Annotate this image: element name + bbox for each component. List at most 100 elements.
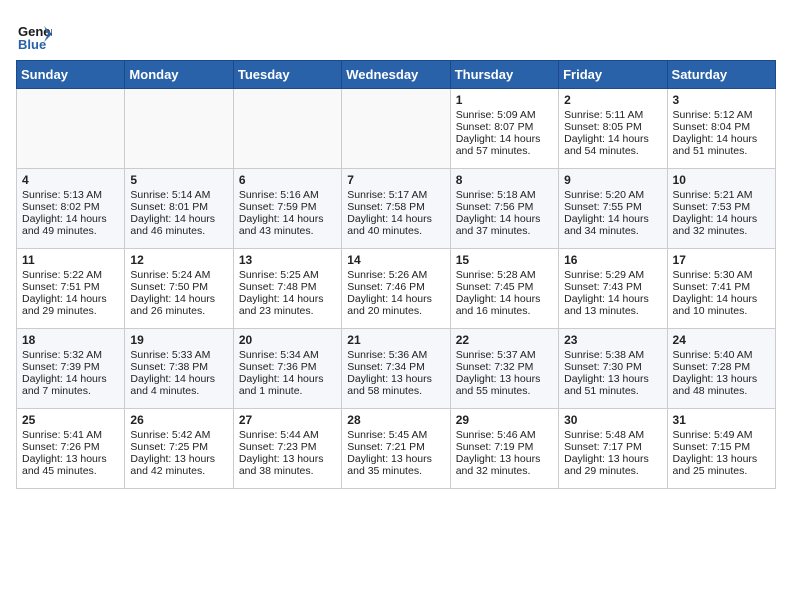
day-info: Sunset: 8:05 PM: [564, 121, 661, 133]
calendar-cell: 3 Sunrise: 5:12 AMSunset: 8:04 PMDaylight…: [667, 89, 775, 169]
day-number: 5: [130, 173, 227, 187]
calendar-cell: 2Sunrise: 5:11 AMSunset: 8:05 PMDaylight…: [559, 89, 667, 169]
day-info: Daylight: 14 hours and 46 minutes.: [130, 213, 227, 237]
calendar-cell: 19Sunrise: 5:33 AMSunset: 7:38 PMDayligh…: [125, 329, 233, 409]
day-info: Daylight: 13 hours and 42 minutes.: [130, 453, 227, 477]
day-info: Sunrise: 5:37 AM: [456, 349, 553, 361]
day-info: Sunrise: 5:29 AM: [564, 269, 661, 281]
calendar-cell: 8Sunrise: 5:18 AMSunset: 7:56 PMDaylight…: [450, 169, 558, 249]
day-info: Sunset: 7:41 PM: [673, 281, 770, 293]
calendar-cell: 29Sunrise: 5:46 AMSunset: 7:19 PMDayligh…: [450, 409, 558, 489]
day-info: Sunset: 7:55 PM: [564, 201, 661, 213]
calendar-cell: 12Sunrise: 5:24 AMSunset: 7:50 PMDayligh…: [125, 249, 233, 329]
day-info: Daylight: 14 hours and 51 minutes.: [673, 133, 770, 157]
day-info: Daylight: 13 hours and 32 minutes.: [456, 453, 553, 477]
day-number: 21: [347, 333, 444, 347]
day-info: Daylight: 14 hours and 16 minutes.: [456, 293, 553, 317]
day-number: 19: [130, 333, 227, 347]
calendar-cell: 17Sunrise: 5:30 AMSunset: 7:41 PMDayligh…: [667, 249, 775, 329]
day-number: 6: [239, 173, 336, 187]
day-number: 3: [673, 93, 770, 107]
weekday-header-thursday: Thursday: [450, 61, 558, 89]
day-info: Sunrise: 5:48 AM: [564, 429, 661, 441]
weekday-header-wednesday: Wednesday: [342, 61, 450, 89]
day-info: Sunset: 8:02 PM: [22, 201, 119, 213]
calendar-cell: [342, 89, 450, 169]
day-info: Sunset: 7:56 PM: [456, 201, 553, 213]
day-info: Daylight: 13 hours and 51 minutes.: [564, 373, 661, 397]
day-info: Sunset: 8:01 PM: [130, 201, 227, 213]
weekday-header-monday: Monday: [125, 61, 233, 89]
day-info: Sunset: 7:23 PM: [239, 441, 336, 453]
calendar-cell: [17, 89, 125, 169]
day-info: Sunrise: 5:22 AM: [22, 269, 119, 281]
day-info: Sunrise: 5:11 AM: [564, 109, 661, 121]
day-number: 31: [673, 413, 770, 427]
day-number: 11: [22, 253, 119, 267]
calendar-cell: 4Sunrise: 5:13 AMSunset: 8:02 PMDaylight…: [17, 169, 125, 249]
week-row-5: 25Sunrise: 5:41 AMSunset: 7:26 PMDayligh…: [17, 409, 776, 489]
weekday-header-tuesday: Tuesday: [233, 61, 341, 89]
day-info: Daylight: 14 hours and 23 minutes.: [239, 293, 336, 317]
day-info: Sunset: 7:50 PM: [130, 281, 227, 293]
day-number: 13: [239, 253, 336, 267]
day-info: Daylight: 14 hours and 43 minutes.: [239, 213, 336, 237]
week-row-4: 18Sunrise: 5:32 AMSunset: 7:39 PMDayligh…: [17, 329, 776, 409]
week-row-3: 11Sunrise: 5:22 AMSunset: 7:51 PMDayligh…: [17, 249, 776, 329]
day-info: Sunset: 8:04 PM: [673, 121, 770, 133]
day-info: Daylight: 13 hours and 25 minutes.: [673, 453, 770, 477]
day-info: Sunset: 7:15 PM: [673, 441, 770, 453]
day-number: 27: [239, 413, 336, 427]
day-number: 12: [130, 253, 227, 267]
day-number: 24: [673, 333, 770, 347]
calendar-cell: 23Sunrise: 5:38 AMSunset: 7:30 PMDayligh…: [559, 329, 667, 409]
calendar-table: SundayMondayTuesdayWednesdayThursdayFrid…: [16, 60, 776, 489]
calendar-cell: 31Sunrise: 5:49 AMSunset: 7:15 PMDayligh…: [667, 409, 775, 489]
logo: General Blue: [16, 16, 52, 52]
day-info: Sunrise: 5:09 AM: [456, 109, 553, 121]
day-info: Sunrise: 5:36 AM: [347, 349, 444, 361]
day-info: Sunrise: 5:32 AM: [22, 349, 119, 361]
day-info: Sunset: 7:45 PM: [456, 281, 553, 293]
calendar-cell: 18Sunrise: 5:32 AMSunset: 7:39 PMDayligh…: [17, 329, 125, 409]
day-info: Daylight: 13 hours and 55 minutes.: [456, 373, 553, 397]
day-info: Sunrise: 5:20 AM: [564, 189, 661, 201]
calendar-cell: 15 Sunrise: 5:28 AMSunset: 7:45 PMDayligh…: [450, 249, 558, 329]
calendar-cell: 27Sunrise: 5:44 AMSunset: 7:23 PMDayligh…: [233, 409, 341, 489]
day-info: Sunset: 7:26 PM: [22, 441, 119, 453]
day-number: 29: [456, 413, 553, 427]
calendar-cell: 26Sunrise: 5:42 AMSunset: 7:25 PMDayligh…: [125, 409, 233, 489]
calendar-cell: 30Sunrise: 5:48 AMSunset: 7:17 PMDayligh…: [559, 409, 667, 489]
day-info: Sunrise: 5:13 AM: [22, 189, 119, 201]
day-info: Sunrise: 5:28 AM: [456, 269, 553, 281]
day-info: Sunset: 7:38 PM: [130, 361, 227, 373]
day-info: Sunrise: 5:16 AM: [239, 189, 336, 201]
day-info: Daylight: 14 hours and 7 minutes.: [22, 373, 119, 397]
day-number: 15: [456, 253, 553, 267]
day-info: Sunrise: 5:21 AM: [673, 189, 770, 201]
day-info: Sunrise: 5:38 AM: [564, 349, 661, 361]
day-info: Sunset: 7:58 PM: [347, 201, 444, 213]
day-info: Sunrise: 5:34 AM: [239, 349, 336, 361]
day-info: Sunrise: 5:12 AM: [673, 109, 770, 121]
day-info: Sunset: 7:48 PM: [239, 281, 336, 293]
calendar-cell: 9Sunrise: 5:20 AMSunset: 7:55 PMDaylight…: [559, 169, 667, 249]
day-number: 23: [564, 333, 661, 347]
week-row-1: 1Sunrise: 5:09 AMSunset: 8:07 PMDaylight…: [17, 89, 776, 169]
day-info: Sunrise: 5:18 AM: [456, 189, 553, 201]
calendar-cell: 22Sunrise: 5:37 AMSunset: 7:32 PMDayligh…: [450, 329, 558, 409]
weekday-header-sunday: Sunday: [17, 61, 125, 89]
logo-icon: General Blue: [16, 16, 52, 52]
day-number: 28: [347, 413, 444, 427]
weekday-header-saturday: Saturday: [667, 61, 775, 89]
day-info: Sunrise: 5:30 AM: [673, 269, 770, 281]
day-number: 16: [564, 253, 661, 267]
week-row-2: 4Sunrise: 5:13 AMSunset: 8:02 PMDaylight…: [17, 169, 776, 249]
day-number: 1: [456, 93, 553, 107]
weekday-header-row: SundayMondayTuesdayWednesdayThursdayFrid…: [17, 61, 776, 89]
day-info: Sunrise: 5:26 AM: [347, 269, 444, 281]
calendar-cell: 24Sunrise: 5:40 AMSunset: 7:28 PMDayligh…: [667, 329, 775, 409]
day-info: Sunset: 7:17 PM: [564, 441, 661, 453]
day-number: 7: [347, 173, 444, 187]
day-info: Sunset: 7:19 PM: [456, 441, 553, 453]
